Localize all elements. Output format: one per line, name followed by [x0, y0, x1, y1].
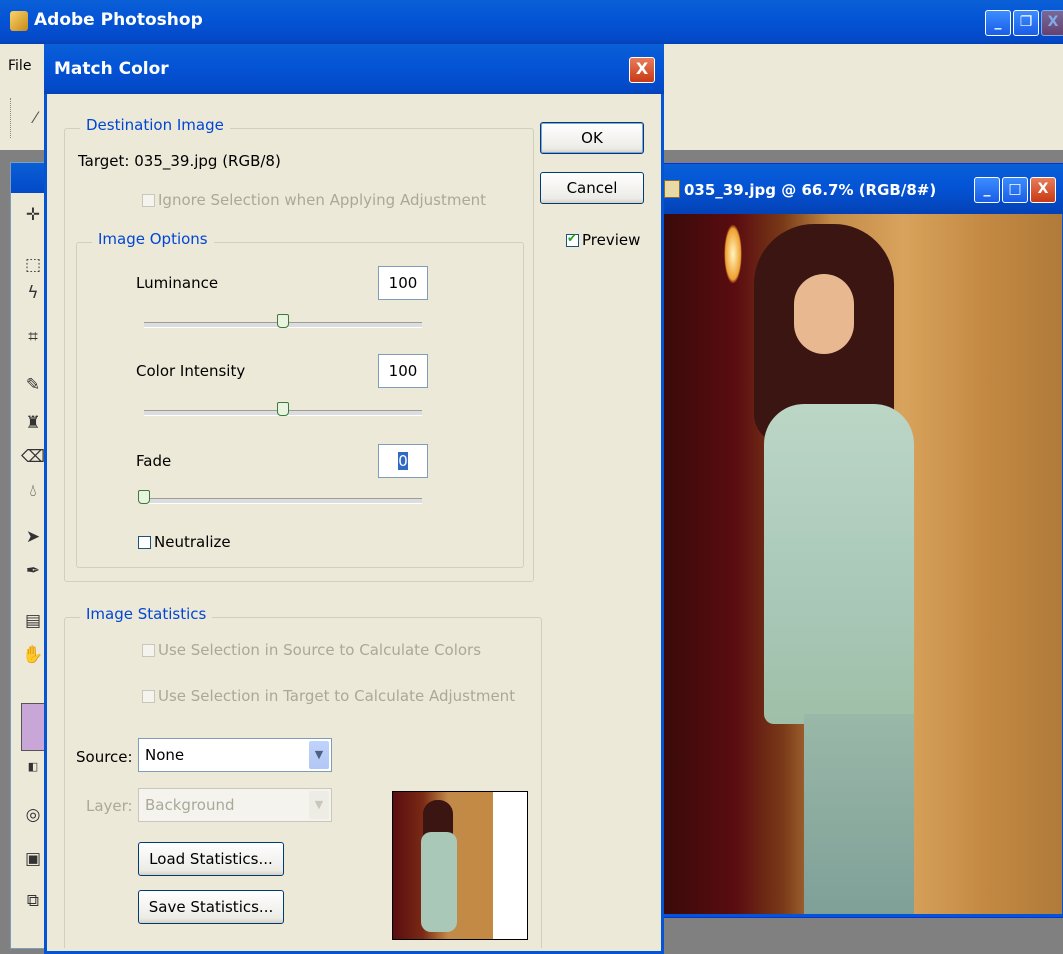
document-window: 035_39.jpg @ 66.7% (RGB/8#) _ □ X — [655, 163, 1063, 918]
luminance-label: Luminance — [136, 274, 219, 292]
screen-mode-icon[interactable]: ▣ — [21, 847, 45, 871]
dialog-body: OK Cancel Preview Destination Image Targ… — [44, 94, 664, 954]
photoshop-logo-icon — [10, 11, 28, 31]
source-thumbnail — [392, 791, 528, 940]
brush-tool-icon: ⁄ — [34, 108, 37, 127]
preview-checkbox[interactable] — [566, 231, 579, 247]
color-intensity-value: 100 — [388, 362, 418, 380]
fade-label: Fade — [136, 452, 172, 470]
app-title-bar: Adobe Photoshop _ ❐ X — [0, 0, 1063, 44]
source-select-value: None — [145, 746, 185, 764]
document-title-bar: 035_39.jpg @ 66.7% (RGB/8#) _ □ X — [656, 164, 1063, 214]
use-target-selection-label: Use Selection in Target to Calculate Adj… — [158, 687, 516, 705]
app-close-button[interactable]: X — [1041, 10, 1063, 36]
marquee-tool-icon[interactable]: ⬚ — [21, 253, 45, 277]
document-title: 035_39.jpg @ 66.7% (RGB/8#) — [684, 181, 937, 199]
use-source-selection-checkbox[interactable] — [142, 644, 155, 657]
chevron-down-icon: ▼ — [309, 791, 329, 819]
color-intensity-label: Color Intensity — [136, 362, 246, 380]
restore-button[interactable]: ❐ — [1013, 10, 1039, 36]
image-statistics-legend: Image Statistics — [80, 605, 213, 623]
target-text: Target: 035_39.jpg (RGB/8) — [78, 152, 281, 170]
dialog-title-bar: Match Color X — [44, 44, 664, 94]
doc-close-button[interactable]: X — [1030, 177, 1056, 203]
document-photo — [664, 214, 1062, 914]
load-statistics-button[interactable]: Load Statistics... — [138, 842, 284, 876]
pen-tool-icon[interactable]: ✒ — [21, 559, 45, 583]
fade-slider-thumb[interactable] — [138, 490, 150, 504]
dialog-close-button[interactable]: X — [629, 57, 655, 83]
app-title: Adobe Photoshop — [34, 10, 203, 30]
cancel-button[interactable]: Cancel — [540, 172, 644, 204]
quick-mask-icon[interactable]: ◎ — [21, 803, 45, 827]
notes-tool-icon[interactable]: ▤ — [21, 609, 45, 633]
menu-file[interactable]: File — [8, 58, 31, 74]
blur-tool-icon[interactable]: 💧︎ — [21, 479, 45, 503]
default-colors-icon[interactable]: ◧ — [21, 755, 45, 779]
minimize-button[interactable]: _ — [985, 10, 1011, 36]
brush-tool-icon[interactable]: ✎ — [21, 373, 45, 397]
use-source-selection-label: Use Selection in Source to Calculate Col… — [158, 641, 482, 659]
doc-maximize-button[interactable]: □ — [1002, 177, 1028, 203]
chevron-down-icon: ▼ — [309, 741, 329, 769]
luminance-value: 100 — [388, 274, 418, 292]
luminance-slider-thumb[interactable] — [277, 314, 289, 328]
eraser-tool-icon[interactable]: ⌫ — [21, 445, 45, 469]
fade-value: 0 — [398, 452, 408, 470]
color-intensity-slider-thumb[interactable] — [277, 402, 289, 416]
destination-image-legend: Destination Image — [80, 116, 230, 134]
lasso-tool-icon[interactable]: ϟ — [21, 281, 45, 305]
ignore-selection-label: Ignore Selection when Applying Adjustmen… — [158, 191, 487, 209]
hand-tool-icon[interactable]: ✋ — [21, 643, 45, 667]
image-options-legend: Image Options — [92, 230, 214, 248]
layer-select-value: Background — [145, 796, 235, 814]
layer-select[interactable]: Background ▼ — [138, 788, 332, 822]
ignore-selection-checkbox[interactable] — [142, 194, 155, 207]
dialog-title: Match Color — [54, 59, 169, 79]
crop-tool-icon[interactable]: ⌗ — [21, 325, 45, 349]
preview-label: Preview — [582, 231, 641, 249]
save-statistics-button[interactable]: Save Statistics... — [138, 890, 284, 924]
fade-input[interactable]: 0 — [378, 444, 428, 478]
source-label: Source: — [76, 748, 133, 766]
stamp-tool-icon[interactable]: ♜ — [21, 411, 45, 435]
luminance-input[interactable]: 100 — [378, 266, 428, 300]
move-tool-icon[interactable]: ✛ — [21, 203, 45, 227]
doc-minimize-button[interactable]: _ — [974, 177, 1000, 203]
ok-button[interactable]: OK — [540, 122, 644, 154]
options-grip — [10, 98, 13, 138]
source-select[interactable]: None ▼ — [138, 738, 332, 772]
neutralize-checkbox[interactable] — [138, 536, 151, 549]
color-intensity-input[interactable]: 100 — [378, 354, 428, 388]
jump-to-icon[interactable]: ⧉ — [21, 889, 45, 913]
neutralize-label: Neutralize — [154, 533, 231, 551]
selection-tool-icon[interactable]: ➤ — [21, 525, 45, 549]
layer-label: Layer: — [86, 797, 133, 815]
fade-slider-track[interactable] — [144, 498, 422, 504]
document-icon — [664, 180, 680, 198]
use-target-selection-checkbox[interactable] — [142, 690, 155, 703]
